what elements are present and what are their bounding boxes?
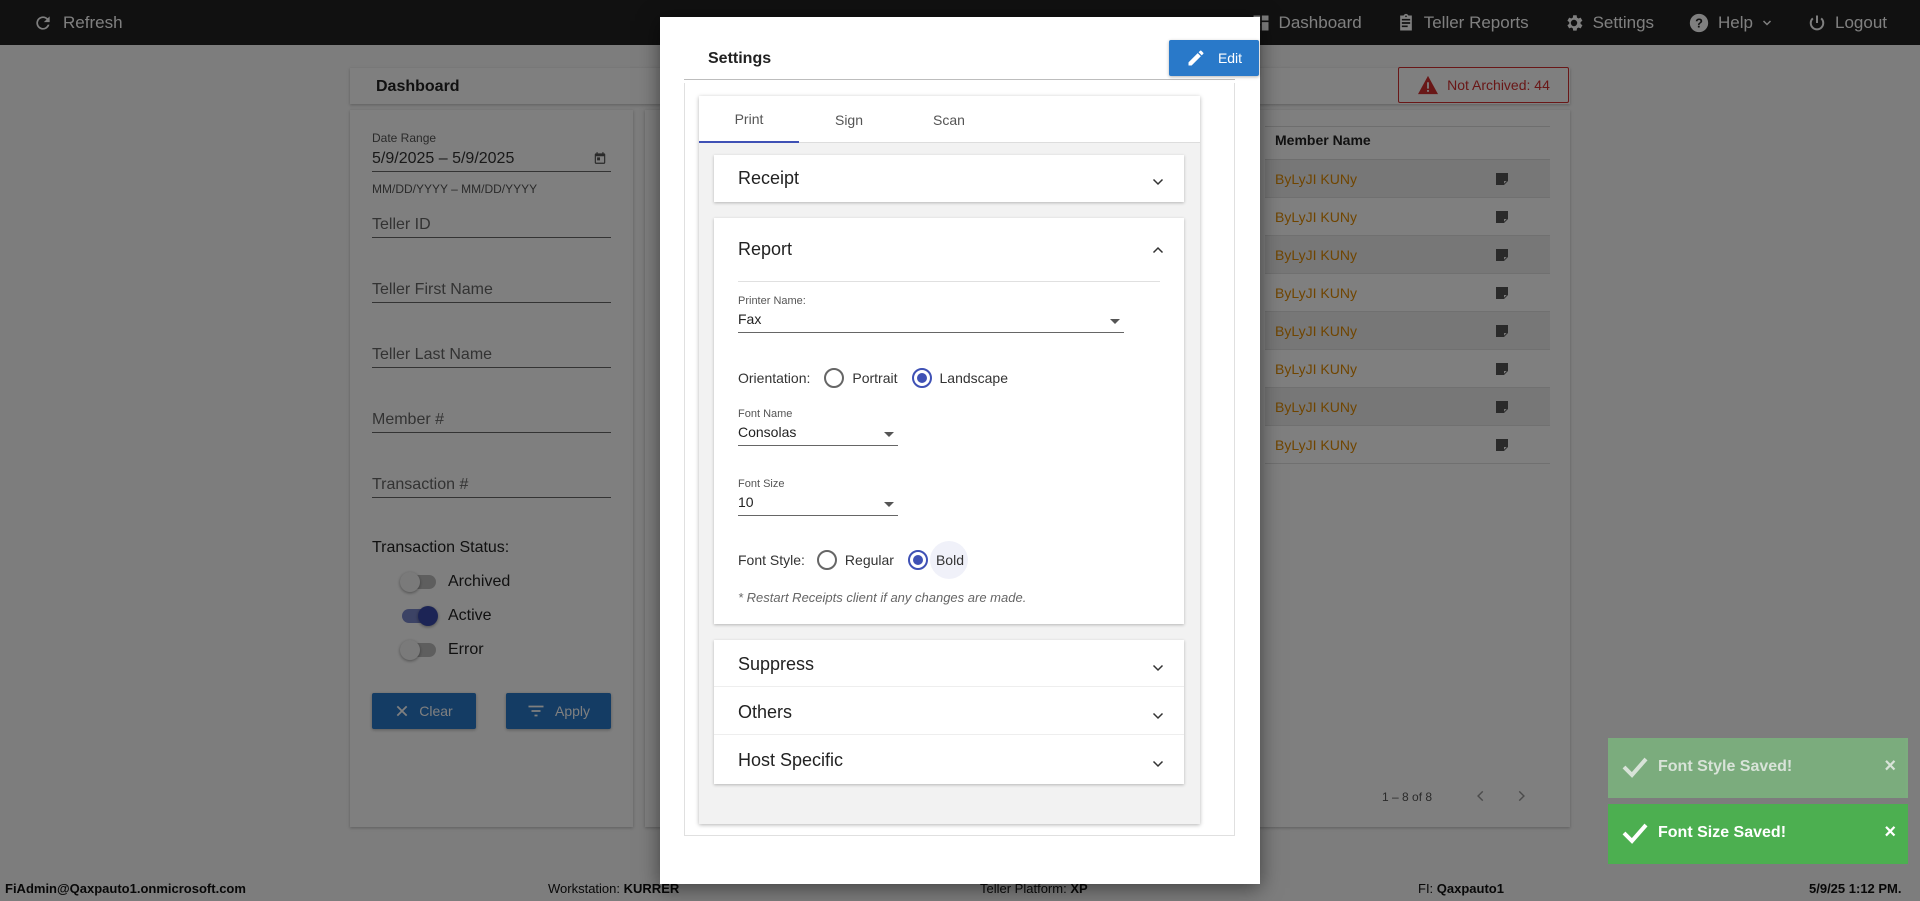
section-others-title: Others <box>738 702 793 722</box>
font-style-regular-label[interactable]: Regular <box>845 552 894 568</box>
chevron-down-icon <box>1152 174 1164 192</box>
orientation-portrait-radio[interactable] <box>824 368 845 388</box>
report-divider <box>738 281 1160 282</box>
printer-name-value: Fax <box>738 311 762 327</box>
chevron-up-icon[interactable] <box>1152 242 1164 260</box>
font-name-select[interactable]: Consolas <box>738 424 898 446</box>
orientation-portrait-label[interactable]: Portrait <box>852 370 897 386</box>
printer-name-label: Printer Name: <box>738 295 806 307</box>
font-style-label: Font Style: <box>738 552 805 568</box>
caret-down-icon <box>884 432 894 437</box>
toast-text: Font Style Saved! <box>1658 758 1793 775</box>
restart-note: * Restart Receipts client if any changes… <box>738 590 1027 605</box>
font-style-regular-radio[interactable] <box>816 550 837 570</box>
font-name-value: Consolas <box>738 424 797 440</box>
font-size-value: 10 <box>738 494 754 510</box>
chevron-down-icon <box>1152 756 1164 774</box>
tab-print[interactable]: Print <box>699 96 799 143</box>
section-report-title[interactable]: Report <box>738 239 792 260</box>
toast-font-style-saved: Font Style Saved! × <box>1608 738 1908 798</box>
toast-text: Font Size Saved! <box>1658 824 1787 841</box>
printer-name-select[interactable]: Fax <box>738 311 1124 333</box>
font-style-bold-radio[interactable] <box>907 550 928 570</box>
modal-title: Settings <box>708 50 772 67</box>
font-size-label: Font Size <box>738 478 785 490</box>
settings-card: Print Sign Scan Receipt Report Printer N… <box>699 96 1200 824</box>
edit-label: Edit <box>1217 50 1243 66</box>
orientation-landscape-radio[interactable] <box>911 368 932 388</box>
caret-down-icon <box>884 502 894 507</box>
section-receipt-title: Receipt <box>738 168 800 188</box>
pencil-icon <box>1186 48 1206 68</box>
section-host-specific-title: Host Specific <box>738 750 844 770</box>
settings-tabs: Print Sign Scan <box>699 96 1200 143</box>
modal-header: Settings Edit <box>684 40 1259 80</box>
check-icon <box>1622 756 1648 783</box>
caret-down-icon <box>1110 319 1120 324</box>
font-size-select[interactable]: 10 <box>738 494 898 516</box>
check-icon <box>1622 822 1648 849</box>
section-others[interactable]: Others <box>714 688 1184 735</box>
section-suppress[interactable]: Suppress <box>714 640 1184 687</box>
tab-scan[interactable]: Scan <box>899 96 999 143</box>
section-report: Report Printer Name: Fax Orientation: Po… <box>714 218 1184 624</box>
toast-close-button[interactable]: × <box>1884 755 1896 778</box>
section-receipt[interactable]: Receipt <box>714 155 1184 202</box>
settings-modal: Settings Edit Print Sign Scan Receipt Re… <box>660 17 1260 884</box>
toast-font-size-saved: Font Size Saved! × <box>1608 804 1908 864</box>
orientation-landscape-label[interactable]: Landscape <box>940 370 1009 386</box>
toast-close-button[interactable]: × <box>1884 821 1896 844</box>
orientation-label: Orientation: <box>738 370 811 386</box>
chevron-down-icon <box>1152 708 1164 726</box>
collapsed-sections: Suppress Others Host Specific <box>714 640 1184 784</box>
orientation-group: Orientation: Portrait Landscape <box>738 368 1008 388</box>
tab-sign[interactable]: Sign <box>799 96 899 143</box>
edit-button[interactable]: Edit <box>1169 40 1259 76</box>
section-suppress-title: Suppress <box>738 654 815 674</box>
chevron-down-icon <box>1152 660 1164 678</box>
font-style-bold-label[interactable]: Bold <box>936 552 964 568</box>
font-style-group: Font Style: Regular Bold <box>738 550 964 570</box>
font-name-label: Font Name <box>738 408 793 420</box>
section-host-specific[interactable]: Host Specific <box>714 736 1184 784</box>
